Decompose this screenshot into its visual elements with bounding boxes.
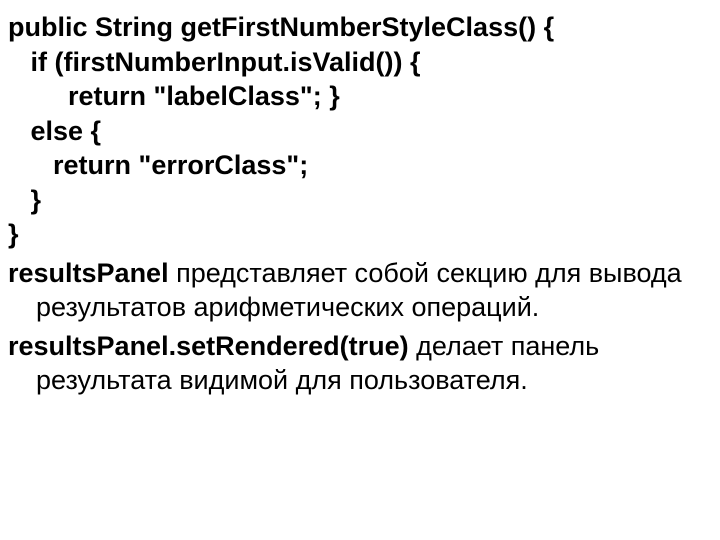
document-page: public String getFirstNumberStyleClass()… xyxy=(0,0,720,540)
paragraph-2-lead: resultsPanel.setRendered(true) xyxy=(8,331,409,361)
code-line-1: public String getFirstNumberStyleClass()… xyxy=(8,10,712,45)
paragraph-1-lead: resultsPanel xyxy=(8,258,169,288)
code-line-2: if (firstNumberInput.isValid()) { xyxy=(8,45,712,80)
code-line-7: } xyxy=(8,217,712,252)
code-line-4: else { xyxy=(8,114,712,149)
paragraph-set-rendered: resultsPanel.setRendered(true) делает па… xyxy=(8,329,712,398)
code-line-6: } xyxy=(8,183,712,218)
code-line-3: return "labelClass"; } xyxy=(8,79,712,114)
code-line-5: return "errorClass"; xyxy=(8,148,712,183)
paragraph-results-panel: resultsPanel представляет собой секцию д… xyxy=(8,256,712,325)
